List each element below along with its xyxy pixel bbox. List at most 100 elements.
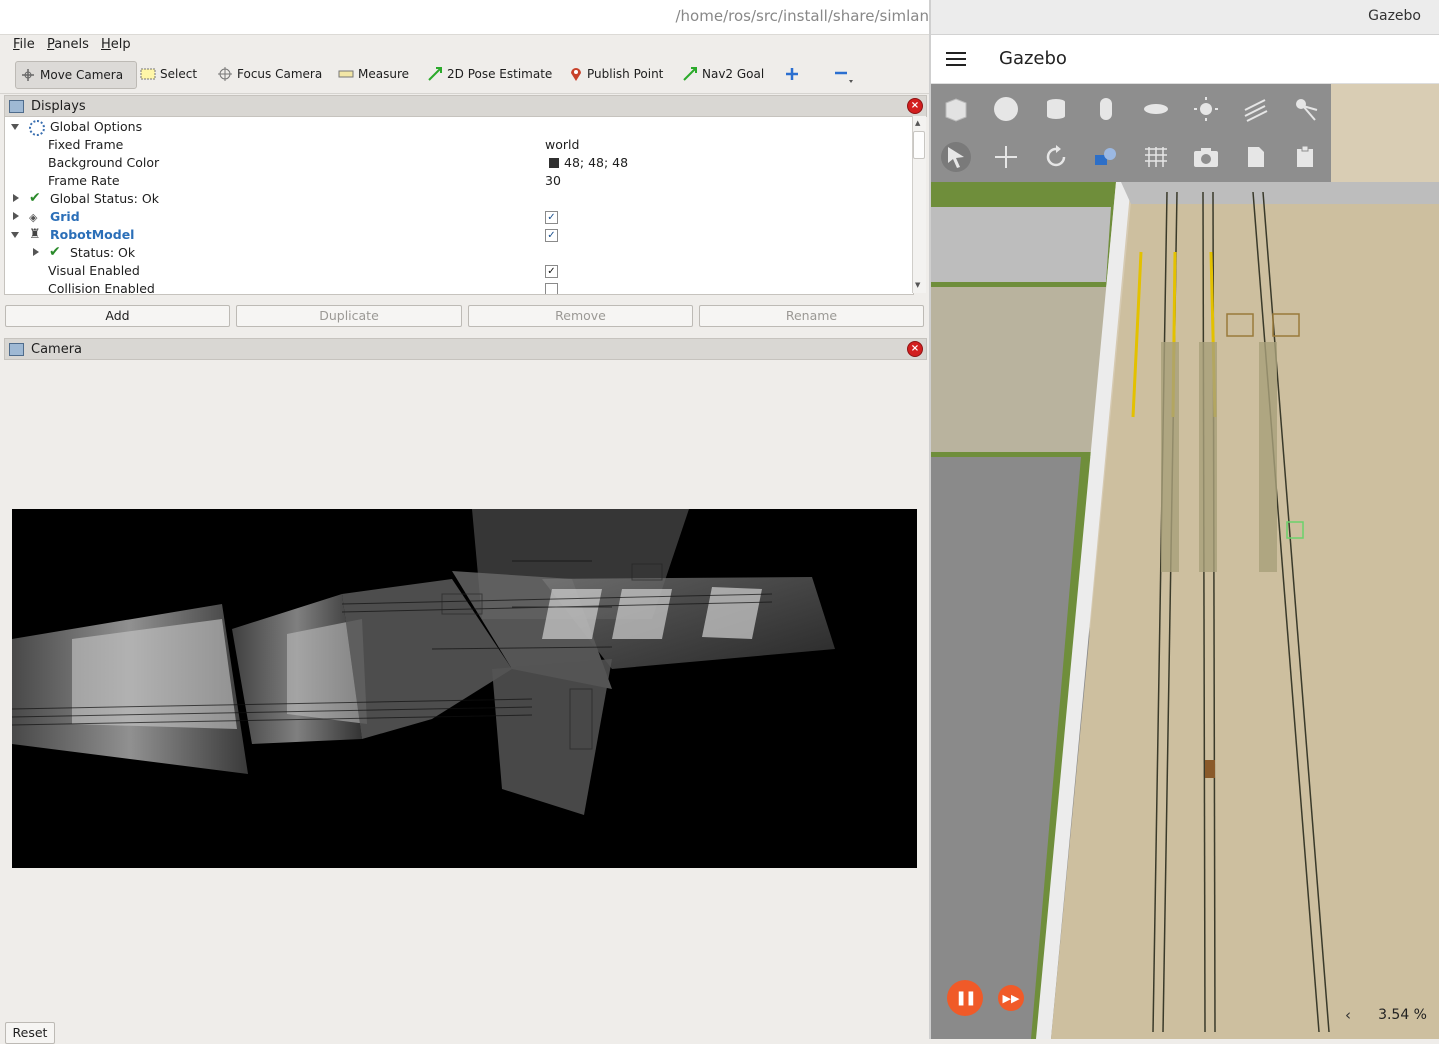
background-color-value[interactable]: 48; 48; 48: [564, 155, 628, 170]
transform-control-icon[interactable]: [1091, 142, 1121, 172]
ellipsoid-icon[interactable]: [1141, 94, 1171, 124]
map-pin-icon: [571, 68, 581, 81]
menu-panels[interactable]: Panels: [47, 37, 89, 52]
robot-model-checkbox[interactable]: ✓: [545, 229, 558, 242]
checkmark-icon: ✔: [49, 244, 61, 260]
camera-image-view[interactable]: [12, 509, 917, 868]
directional-light-icon[interactable]: [1241, 94, 1271, 124]
gazebo-3d-scene[interactable]: [931, 182, 1439, 1039]
menu-help[interactable]: Help: [101, 37, 131, 52]
tree-row-collision-enabled[interactable]: Collision Enabled: [5, 280, 913, 294]
menu-hamburger-icon[interactable]: [946, 52, 966, 66]
expand-arrow-icon[interactable]: [33, 248, 39, 256]
expand-arrow-icon[interactable]: [13, 212, 19, 220]
fixed-frame-value[interactable]: world: [545, 137, 579, 152]
color-swatch[interactable]: [549, 158, 559, 168]
background-color-label: Background Color: [48, 155, 160, 170]
measure-tool[interactable]: Measure: [334, 61, 413, 87]
real-time-factor: 3.54 %: [1378, 1007, 1427, 1023]
rename-display-button[interactable]: Rename: [699, 305, 924, 327]
expand-arrow-icon[interactable]: [11, 232, 19, 238]
tree-row-grid[interactable]: ◈ Grid ✓: [5, 208, 913, 226]
copy-icon[interactable]: [1241, 142, 1271, 172]
expand-arrow-icon[interactable]: [13, 194, 19, 202]
monitor-icon: [9, 99, 24, 113]
tree-row-robot-model[interactable]: ♜ RobotModel ✓: [5, 226, 913, 244]
scroll-down-icon[interactable]: ▼: [915, 281, 920, 289]
remove-display-button[interactable]: Remove: [468, 305, 693, 327]
nav2-goal-label: Nav2 Goal: [702, 67, 765, 81]
chevron-left-icon[interactable]: ‹: [1345, 1006, 1351, 1024]
spot-light-icon[interactable]: [1291, 94, 1321, 124]
gazebo-shapes-toolbar: [931, 84, 1331, 132]
move-camera-tool[interactable]: Move Camera: [15, 61, 137, 89]
sun-light-icon[interactable]: [1191, 94, 1221, 124]
close-icon[interactable]: ×: [907, 98, 923, 114]
scrollbar-thumb[interactable]: [913, 131, 925, 159]
translate-icon[interactable]: [991, 142, 1021, 172]
remove-tool-button[interactable]: [829, 61, 859, 87]
cylinder-icon[interactable]: [1041, 94, 1071, 124]
grid-label: Grid: [50, 209, 80, 224]
grid-icon: ◈: [29, 211, 38, 224]
menu-bar: File Panels Help: [0, 35, 929, 57]
publish-point-label: Publish Point: [587, 67, 664, 81]
capsule-icon[interactable]: [1091, 94, 1121, 124]
tree-row-global-options[interactable]: Global Options: [5, 118, 913, 136]
paste-icon[interactable]: [1291, 142, 1321, 172]
grid-checkbox[interactable]: ✓: [545, 211, 558, 224]
expand-arrow-icon[interactable]: [11, 124, 19, 130]
pause-button[interactable]: ❚❚: [947, 980, 983, 1016]
sphere-icon[interactable]: [991, 94, 1021, 124]
move-camera-label: Move Camera: [40, 68, 124, 82]
add-display-button[interactable]: Add: [5, 305, 230, 327]
select-icon: [140, 68, 156, 80]
select-arrow-icon[interactable]: [941, 142, 971, 172]
duplicate-display-button[interactable]: Duplicate: [236, 305, 462, 327]
visual-enabled-checkbox[interactable]: ✓: [545, 265, 558, 278]
focus-camera-tool[interactable]: Focus Camera: [213, 61, 326, 87]
pause-icon: ❚❚: [955, 990, 977, 1006]
global-status-label: Global Status: Ok: [50, 191, 159, 206]
camera-title: Camera: [31, 341, 83, 357]
menu-file[interactable]: File: [13, 37, 35, 52]
frame-rate-label: Frame Rate: [48, 173, 120, 188]
green-arrow-icon: [683, 67, 697, 81]
displays-title: Displays: [31, 98, 86, 114]
scroll-up-icon[interactable]: ▲: [915, 119, 920, 127]
tree-row-frame-rate[interactable]: Frame Rate 30: [5, 172, 913, 190]
grid-config-icon[interactable]: [1141, 142, 1171, 172]
pose-estimate-tool[interactable]: 2D Pose Estimate: [423, 61, 556, 87]
gazebo-window-title: Gazebo: [1368, 8, 1421, 24]
gazebo-app-header: Gazebo: [931, 35, 1439, 84]
close-icon[interactable]: ×: [907, 341, 923, 357]
tree-row-fixed-frame[interactable]: Fixed Frame world: [5, 136, 913, 154]
tree-row-global-status[interactable]: ✔ Global Status: Ok: [5, 190, 913, 208]
status-ok-label: Status: Ok: [70, 245, 136, 260]
tree-row-visual-enabled[interactable]: Visual Enabled ✓: [5, 262, 913, 280]
publish-point-tool[interactable]: Publish Point: [565, 61, 667, 87]
screenshot-icon[interactable]: [1191, 142, 1221, 172]
move-camera-icon: [22, 69, 34, 81]
measure-label: Measure: [358, 67, 409, 81]
tool-toolbar: Move Camera Select Focus Camera Measure …: [0, 57, 929, 94]
tree-row-status-ok[interactable]: ✔ Status: Ok: [5, 244, 913, 262]
displays-tree: Global Options Fixed Frame world Backgro…: [4, 116, 914, 295]
fast-forward-icon: ▶▶: [1002, 991, 1020, 1005]
focus-camera-icon: [218, 67, 232, 81]
collision-enabled-checkbox[interactable]: [545, 283, 558, 294]
frame-rate-value[interactable]: 30: [545, 173, 561, 188]
tree-row-background-color[interactable]: Background Color 48; 48; 48: [5, 154, 913, 172]
step-forward-button[interactable]: ▶▶: [998, 985, 1024, 1011]
select-tool[interactable]: Select: [136, 61, 201, 87]
rotate-icon[interactable]: [1041, 142, 1071, 172]
gazebo-transform-toolbar: [931, 132, 1331, 182]
nav2-goal-tool[interactable]: Nav2 Goal: [678, 61, 768, 87]
visual-enabled-label: Visual Enabled: [48, 263, 140, 278]
green-arrow-icon: [428, 67, 442, 81]
add-tool-button[interactable]: [781, 61, 803, 87]
box-icon[interactable]: [941, 94, 971, 124]
reset-button[interactable]: Reset: [5, 1022, 55, 1044]
checkmark-icon: ✔: [29, 190, 41, 206]
image-icon: [9, 342, 24, 356]
